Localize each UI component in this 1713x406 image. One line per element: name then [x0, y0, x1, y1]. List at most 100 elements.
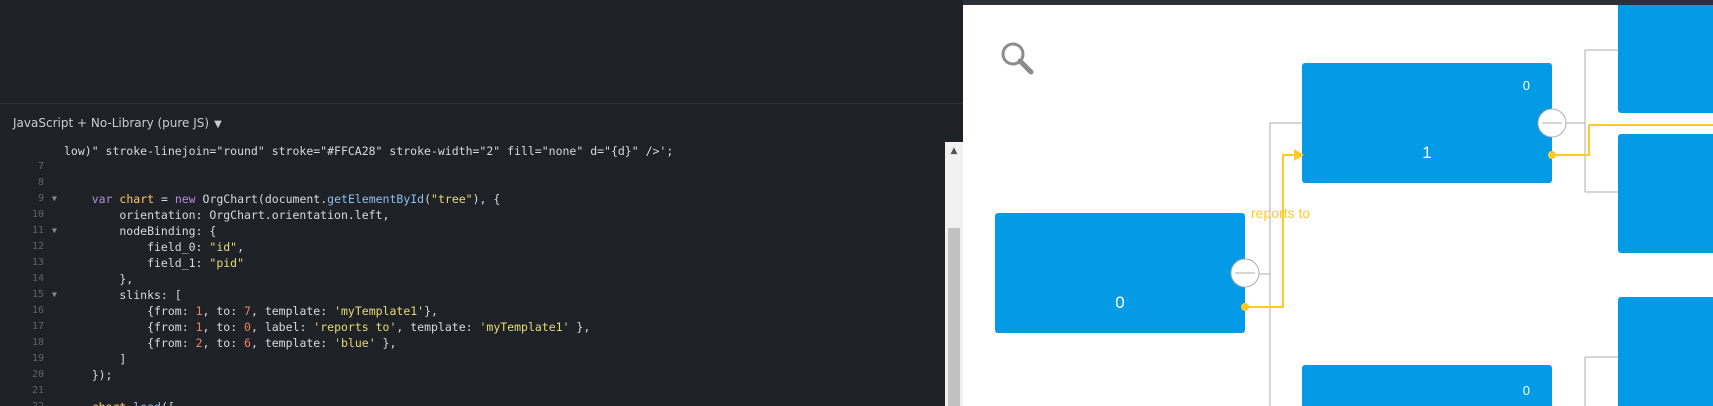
code-text: orientation: OrgChart.orientation.left,: [64, 207, 389, 223]
collapse-icon[interactable]: [1230, 258, 1260, 288]
code-token: 'myTemplate1': [334, 304, 425, 318]
code-token: ([: [161, 400, 175, 406]
fold-arrow-icon[interactable]: ▼: [52, 223, 57, 239]
js-code-area[interactable]: low)" stroke-linejoin="round" stroke="#F…: [0, 142, 945, 406]
line-number: 8: [37, 177, 44, 188]
code-token: "tree": [431, 192, 473, 206]
code-scrollbar[interactable]: ▲: [945, 142, 963, 406]
code-token: },: [64, 272, 134, 286]
code-token: },: [569, 320, 591, 334]
code-text: {from: 1, to: 0, label: 'reports to', te…: [64, 319, 590, 335]
code-text: ]: [64, 351, 126, 367]
fold-arrow-icon[interactable]: ▼: [52, 191, 57, 207]
code-token: "pid": [209, 256, 245, 270]
code-token: new: [174, 192, 196, 206]
line-number: 12: [31, 241, 44, 252]
dropdown-caret-icon[interactable]: ▼: [214, 119, 222, 130]
orgchart-svg: 0 1 0 0 reports to: [995, 5, 1713, 406]
scrollbar-thumb[interactable]: [948, 228, 960, 406]
code-token: 7: [244, 304, 251, 318]
code-token: },: [424, 304, 438, 318]
search-icon[interactable]: [1001, 42, 1034, 75]
code-editor-panel: JavaScript + No-Library (pure JS) ▼ low)"…: [0, 0, 963, 406]
collapse-icon[interactable]: [1537, 108, 1567, 138]
code-text: field_0: "id",: [64, 239, 244, 255]
line-number: 7: [37, 161, 44, 172]
line-number: 17: [31, 321, 44, 332]
code-text: nodeBinding: {: [64, 223, 216, 239]
code-token: },: [375, 336, 397, 350]
code-line[interactable]: 15 ▼ slinks: [: [0, 287, 945, 303]
code-line[interactable]: 7: [0, 159, 945, 175]
html-editor-area[interactable]: [0, 0, 963, 104]
org-node-bottom[interactable]: [1302, 365, 1552, 406]
org-node-1[interactable]: [1302, 63, 1552, 183]
node-1-field-1: 0: [1523, 78, 1530, 93]
slink-start-dot: [1241, 303, 1249, 311]
code-token: {from:: [64, 320, 196, 334]
code-token: ), {: [472, 192, 501, 206]
code-line[interactable]: low)" stroke-linejoin="round" stroke="#F…: [0, 143, 945, 159]
line-number: 22: [0, 399, 44, 406]
code-line[interactable]: 14 },: [0, 271, 945, 287]
line-number: 10: [31, 209, 44, 220]
code-token: , to:: [202, 336, 245, 350]
code-token: 'reports to': [313, 320, 397, 334]
code-token: low)" stroke-linejoin="round" stroke="#F…: [64, 144, 674, 158]
org-node-child-a[interactable]: [1618, 5, 1713, 113]
orgchart-preview[interactable]: 0 1 0 0 reports to: [963, 0, 1713, 406]
code-token: 'myTemplate1': [479, 320, 570, 334]
code-line[interactable]: 13 field_1: "pid": [0, 255, 945, 271]
code-line[interactable]: 17 {from: 1, to: 0, label: 'reports to',…: [0, 319, 945, 335]
line-number: 9: [37, 193, 44, 204]
code-token: {from:: [64, 304, 196, 318]
line-number: 21: [31, 385, 44, 396]
code-token: =: [154, 192, 175, 206]
org-node-child-b[interactable]: [1618, 134, 1713, 253]
code-token: load: [133, 400, 161, 406]
node-bottom-field-1: 0: [1523, 383, 1530, 398]
code-token: , to:: [202, 304, 245, 318]
code-token: 1: [195, 320, 203, 334]
code-line[interactable]: 18 {from: 2, to: 6, template: 'blue' },: [0, 335, 945, 351]
code-line[interactable]: 8: [0, 175, 945, 191]
code-token: 'blue': [334, 336, 376, 350]
code-token: , template:: [250, 304, 335, 318]
code-line[interactable]: 22 chart.load([: [0, 399, 945, 406]
code-token: getElementById: [327, 192, 425, 206]
code-token: "id": [209, 240, 238, 254]
code-token: field_0:: [64, 240, 210, 254]
code-token: field_1:: [64, 256, 210, 270]
language-label: JavaScript + No-Library (pure JS): [13, 116, 210, 130]
code-token: OrgChart(document.: [195, 192, 328, 206]
code-line[interactable]: 10 orientation: OrgChart.orientation.lef…: [0, 207, 945, 223]
code-text: field_1: "pid": [64, 255, 244, 271]
code-token: orientation: OrgChart.orientation.left,: [64, 208, 390, 222]
code-text: {from: 2, to: 6, template: 'blue' },: [64, 335, 396, 351]
code-line[interactable]: 21: [0, 383, 945, 399]
slink-label: reports to: [1251, 205, 1310, 221]
code-token: {from:: [64, 336, 196, 350]
fold-arrow-icon[interactable]: ▼: [52, 287, 57, 303]
language-bar[interactable]: JavaScript + No-Library (pure JS) ▼: [0, 104, 963, 142]
node-1-field-0: 1: [1422, 143, 1431, 162]
line-number: 15: [31, 289, 44, 300]
tree-link-0-1: [1238, 122, 1302, 275]
code-text: var chart = new OrgChart(document.getEle…: [64, 191, 501, 207]
code-token: , to:: [202, 320, 245, 334]
code-line[interactable]: 16 {from: 1, to: 7, template: 'myTemplat…: [0, 303, 945, 319]
code-line[interactable]: 11 ▼ nodeBinding: {: [0, 223, 945, 239]
org-node-child-c[interactable]: [1618, 297, 1713, 406]
code-line[interactable]: 19 ]: [0, 351, 945, 367]
scroll-up-icon[interactable]: ▲: [945, 142, 963, 160]
line-number: 14: [31, 273, 44, 284]
code-token: slinks: [: [64, 288, 182, 302]
code-line[interactable]: 12 field_0: "id",: [0, 239, 945, 255]
node-0-field-0: 0: [1115, 293, 1124, 312]
code-line[interactable]: 9 ▼ var chart = new OrgChart(document.get…: [0, 191, 945, 207]
code-text: },: [64, 271, 133, 287]
org-node-0[interactable]: [995, 213, 1245, 333]
code-line[interactable]: 20 });: [0, 367, 945, 383]
code-token: chart: [92, 400, 127, 406]
